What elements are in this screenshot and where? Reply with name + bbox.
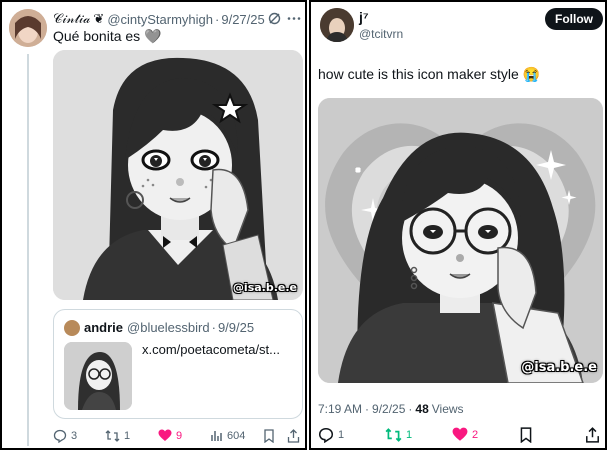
quote-author-row: andrie @bluelessbird · 9/9/25	[84, 320, 254, 335]
views-icon	[210, 429, 223, 442]
post-date[interactable]: 9/2/25	[372, 402, 405, 416]
like-icon	[452, 427, 468, 442]
separator: ·	[211, 320, 216, 335]
quote-link-text[interactable]: x.com/poetacometa/st...	[142, 342, 280, 357]
left-tweet-panel: 𝒞𝒾𝓃𝓉𝒾𝒶 ❦ @cintyStarmyhigh · 9/27/25 Qué …	[0, 0, 307, 450]
grok-icon[interactable]	[268, 12, 281, 30]
repost-icon	[105, 429, 120, 443]
post-media-image[interactable]: @isa.b.e.e	[318, 98, 603, 383]
like-button[interactable]: 2	[452, 427, 478, 442]
reply-icon	[318, 427, 334, 443]
image-watermark: @isa.b.e.e	[521, 360, 597, 375]
reply-icon	[53, 429, 67, 443]
repost-count: 1	[406, 429, 413, 441]
post-text: how cute is this icon maker style 😭	[318, 66, 541, 82]
avatar[interactable]	[320, 8, 354, 42]
post-meta-row: 7:19 AM · 9/2/25 · 48 Views	[318, 402, 464, 416]
separator: ·	[365, 402, 370, 416]
repost-count: 1	[124, 430, 131, 442]
separator: ·	[215, 11, 220, 27]
post-media-image[interactable]: @isa.b.e.e	[53, 50, 303, 300]
views-label: Views	[431, 402, 464, 416]
views-button[interactable]: 604	[210, 429, 245, 442]
quote-handle[interactable]: @bluelessbird	[127, 320, 210, 335]
post-text: Qué bonita es 🩶	[53, 28, 162, 44]
reply-count: 3	[71, 430, 78, 442]
share-button[interactable]	[585, 427, 600, 443]
quote-avatar[interactable]	[64, 320, 80, 336]
views-count: 604	[227, 429, 246, 442]
like-button[interactable]: 9	[158, 429, 182, 442]
right-tweet-panel: j⁷ @tcitvrn Follow how cute is this icon…	[309, 0, 607, 450]
share-icon	[585, 427, 600, 443]
quote-display-name[interactable]: andrie	[84, 320, 123, 335]
reply-button[interactable]: 1	[318, 427, 344, 443]
like-count: 9	[176, 429, 183, 442]
post-time[interactable]: 7:19 AM	[318, 402, 362, 416]
display-name[interactable]: j⁷	[359, 9, 369, 25]
avatar[interactable]	[9, 9, 47, 47]
name-emoji: ❦	[93, 11, 105, 26]
artwork-illustration	[318, 98, 603, 383]
bookmark-button[interactable]	[519, 427, 533, 443]
follow-button[interactable]: Follow	[545, 8, 603, 30]
repost-button[interactable]: 1	[385, 427, 412, 443]
more-icon[interactable]	[287, 12, 301, 30]
reply-button[interactable]: 3	[53, 429, 77, 443]
repost-icon	[385, 427, 402, 443]
quote-date[interactable]: 9/9/25	[218, 320, 254, 335]
reply-count: 1	[338, 429, 345, 441]
post-date[interactable]: 9/27/25	[221, 12, 264, 27]
author-handle[interactable]: @cintyStarmyhigh	[107, 12, 213, 27]
like-icon	[158, 429, 172, 442]
thread-line	[27, 54, 29, 446]
views-count: 48	[415, 402, 429, 416]
display-name[interactable]: 𝒞𝒾𝓃𝓉𝒾𝒶	[53, 12, 90, 27]
artwork-illustration	[53, 50, 303, 300]
author-handle[interactable]: @tcitvrn	[359, 27, 403, 41]
separator: ·	[408, 402, 413, 416]
bookmark-icon	[519, 427, 533, 443]
quoted-tweet-card[interactable]: andrie @bluelessbird · 9/9/25 x.com/poet…	[53, 309, 303, 419]
image-watermark: @isa.b.e.e	[232, 281, 297, 294]
share-icon	[287, 429, 300, 443]
share-button[interactable]	[287, 429, 300, 443]
repost-button[interactable]: 1	[105, 429, 130, 443]
author-row: 𝒞𝒾𝓃𝓉𝒾𝒶 ❦ @cintyStarmyhigh · 9/27/25	[53, 11, 265, 27]
like-count: 2	[472, 428, 479, 441]
bookmark-button[interactable]	[263, 429, 275, 443]
quote-thumbnail[interactable]	[64, 342, 132, 410]
bookmark-icon	[263, 429, 275, 443]
